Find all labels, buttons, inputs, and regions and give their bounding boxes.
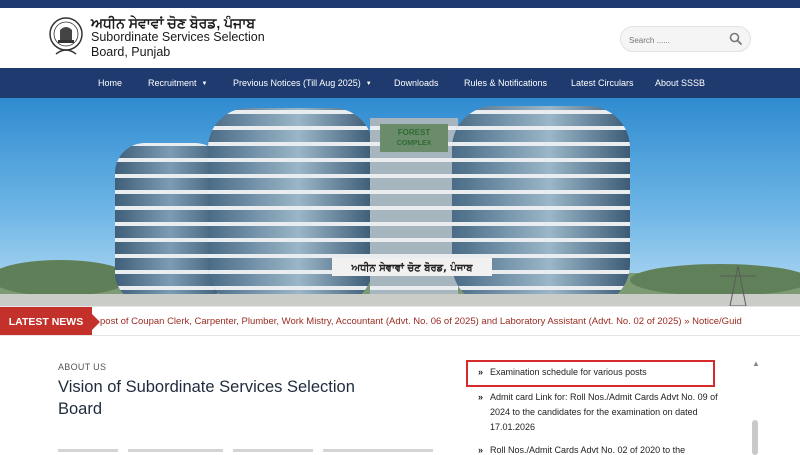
- notice-board: » Examination schedule for various posts…: [466, 358, 766, 455]
- chevron-down-icon: ▼: [201, 81, 208, 87]
- latest-news-label: LATEST NEWS: [0, 307, 100, 335]
- double-chevron-icon: »: [478, 445, 484, 455]
- building-sign: ਅਧੀਨ ਸੇਵਾਵਾਂ ਚੋਣ ਬੋਰਡ, ਪੰਜਾਬ: [350, 260, 473, 274]
- truncated-paragraph: [58, 449, 433, 452]
- latest-news-ticker: LATEST NEWS post of Coupan Clerk, Carpen…: [0, 306, 800, 336]
- complex-sign: COMPLEX: [397, 140, 432, 147]
- double-chevron-icon: »: [478, 367, 484, 377]
- notice-scrollbar[interactable]: [752, 420, 758, 455]
- nav-latest-circulars[interactable]: Latest Circulars: [571, 68, 634, 98]
- search-box: [620, 26, 751, 52]
- nav-about-sssb[interactable]: About SSSB: [655, 68, 705, 98]
- nav-downloads[interactable]: Downloads: [394, 68, 439, 98]
- notice-item[interactable]: » Roll Nos./Admit Cards Advt No. 02 of 2…: [474, 443, 724, 455]
- forest-sign: FOREST: [398, 128, 431, 137]
- notice-item[interactable]: » Examination schedule for various posts: [474, 365, 724, 380]
- brand-english: Subordinate Services Selection Board, Pu…: [91, 30, 265, 59]
- about-kicker: ABOUT US: [58, 362, 107, 372]
- nav-recruitment[interactable]: Recruitment ▼: [148, 68, 207, 98]
- building-photo: FOREST COMPLEX ਅਧੀਨ ਸੇਵਾਵਾਂ ਚੋਣ ਬੋਰਡ, ਪੰ…: [0, 106, 800, 306]
- nav-rules-notifications[interactable]: Rules & Notifications: [464, 68, 547, 98]
- double-chevron-icon: »: [478, 392, 484, 402]
- magnifier-icon[interactable]: [729, 32, 743, 46]
- about-title: Vision of Subordinate Services Selection…: [58, 378, 355, 418]
- chevron-down-icon: ▼: [365, 81, 372, 87]
- nav-previous-notices[interactable]: Previous Notices (Till Aug 2025) ▼: [233, 68, 372, 98]
- nav-home[interactable]: Home: [98, 68, 122, 98]
- notice-item[interactable]: » Admit card Link for: Roll Nos./Admit C…: [474, 390, 724, 435]
- site-header: ਅਧੀਨ ਸੇਵਾਵਾਂ ਚੋਣ ਬੋਰਡ, ਪੰਜਾਬ Subordinate…: [0, 8, 800, 68]
- state-emblem-icon: [49, 17, 83, 55]
- top-strip: [0, 0, 800, 8]
- scroll-up-icon[interactable]: ▲: [752, 359, 760, 368]
- main-nav: Home Recruitment ▼ Previous Notices (Till…: [0, 68, 800, 98]
- hero-banner: FOREST COMPLEX ਅਧੀਨ ਸੇਵਾਵਾਂ ਚੋਣ ਬੋਰਡ, ਪੰ…: [0, 98, 800, 306]
- latest-news-link[interactable]: post of Coupan Clerk, Carpenter, Plumber…: [100, 307, 742, 335]
- search-input[interactable]: [629, 32, 724, 48]
